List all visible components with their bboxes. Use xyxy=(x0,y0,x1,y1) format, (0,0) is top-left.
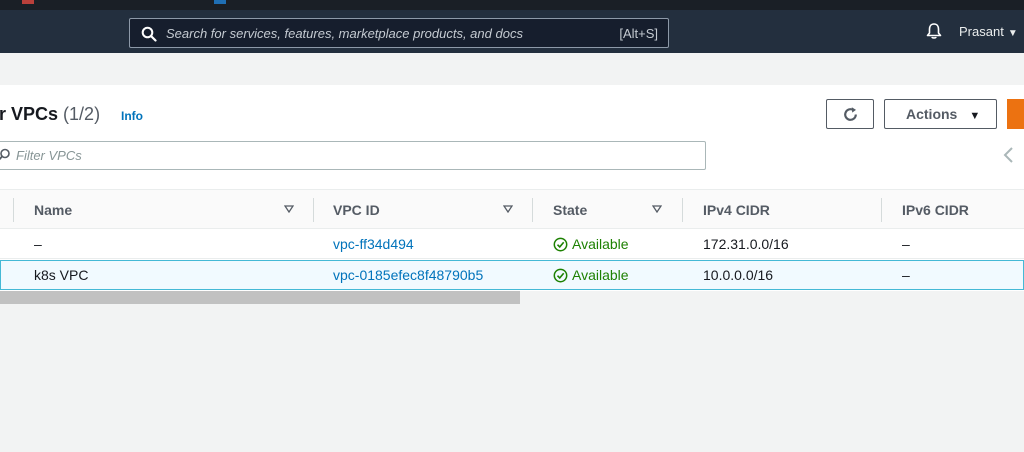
bell-icon[interactable] xyxy=(925,22,943,40)
top-strip-marker xyxy=(214,0,226,4)
column-separator xyxy=(682,198,683,222)
column-header-name[interactable]: Name xyxy=(34,202,72,218)
user-account-menu[interactable]: Prasant ▼ xyxy=(959,24,1018,39)
check-circle-icon xyxy=(553,268,568,283)
cell-ipv4-cidr: 172.31.0.0/16 xyxy=(703,236,789,252)
search-shortcut-hint: [Alt+S] xyxy=(619,26,658,41)
actions-dropdown-button[interactable]: Actions ▼ xyxy=(884,99,997,129)
chevron-down-icon: ▼ xyxy=(1007,28,1018,39)
actions-label: Actions xyxy=(906,106,958,122)
column-separator xyxy=(313,198,314,222)
aws-top-navigation: Search for services, features, marketpla… xyxy=(0,10,1024,53)
search-icon xyxy=(141,26,157,42)
cell-ipv6-cidr: – xyxy=(902,267,910,283)
column-header-state[interactable]: State xyxy=(553,202,587,218)
cell-ipv4-cidr: 10.0.0.0/16 xyxy=(703,267,774,283)
column-header-ipv6-cidr[interactable]: IPv6 CIDR xyxy=(902,202,969,218)
state-text: Available xyxy=(572,236,629,252)
horizontal-scrollbar-thumb[interactable] xyxy=(0,291,520,304)
state-text: Available xyxy=(572,267,629,283)
vpc-list-panel: ur VPCs (1/2) Info Actions▼ Filter VPCs … xyxy=(0,85,1024,291)
info-link[interactable]: Info xyxy=(121,109,143,123)
column-header-vpc-id[interactable]: VPC ID xyxy=(333,202,380,218)
table-header: Name VPC ID State IPv4 CIDR IPv6 CIDR xyxy=(0,189,1024,229)
sort-down-icon[interactable] xyxy=(652,205,662,213)
search-icon xyxy=(0,148,10,161)
caret-down-icon: ▼ xyxy=(969,110,981,122)
cell-vpc-id-link[interactable]: vpc-ff34d494 xyxy=(333,236,414,252)
refresh-button[interactable] xyxy=(826,99,874,129)
refresh-icon xyxy=(844,107,857,121)
selection-count: (1/2) xyxy=(63,104,101,124)
filter-vpcs-input[interactable]: Filter VPCs xyxy=(0,141,706,170)
sort-down-icon[interactable] xyxy=(503,205,513,213)
cell-name: k8s VPC xyxy=(34,267,89,283)
check-circle-icon xyxy=(553,237,568,252)
table-row-selected[interactable]: k8s VPC vpc-0185efec8f48790b5 Available … xyxy=(0,260,1024,290)
chevron-left-icon[interactable] xyxy=(1002,146,1016,164)
page-title: ur VPCs (1/2) xyxy=(0,104,100,125)
cell-vpc-id-link[interactable]: vpc-0185efec8f48790b5 xyxy=(333,267,483,283)
browser-top-strip xyxy=(0,0,1024,10)
title-text: ur VPCs xyxy=(0,104,59,124)
column-separator xyxy=(13,198,14,222)
cell-name: – xyxy=(34,236,42,252)
column-separator xyxy=(881,198,882,222)
sort-down-icon[interactable] xyxy=(284,205,294,213)
filter-placeholder: Filter VPCs xyxy=(16,148,82,163)
create-vpc-button[interactable] xyxy=(1007,99,1024,129)
global-search-input[interactable]: Search for services, features, marketpla… xyxy=(129,18,669,48)
table-row[interactable]: – vpc-ff34d494 Available 172.31.0.0/16 – xyxy=(0,229,1024,259)
cell-ipv6-cidr: – xyxy=(902,236,910,252)
search-placeholder: Search for services, features, marketpla… xyxy=(166,26,523,41)
top-strip-marker xyxy=(22,0,34,4)
user-name: Prasant xyxy=(959,24,1004,39)
cell-state: Available xyxy=(553,236,629,252)
cell-state: Available xyxy=(553,267,629,283)
column-header-ipv4-cidr[interactable]: IPv4 CIDR xyxy=(703,202,770,218)
column-separator xyxy=(532,198,533,222)
